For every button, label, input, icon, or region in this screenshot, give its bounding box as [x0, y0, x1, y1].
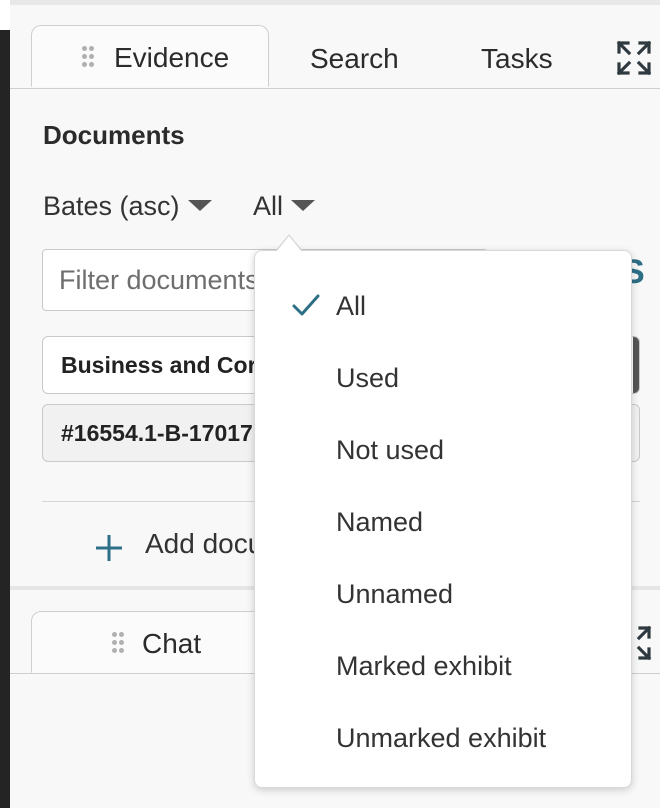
menu-item-all[interactable]: All — [336, 291, 366, 322]
drag-handle-icon[interactable] — [82, 46, 94, 68]
sort-label: Bates (asc) — [43, 191, 180, 221]
tab-tasks[interactable]: Tasks — [481, 43, 553, 75]
caret-down-icon — [187, 200, 212, 212]
menu-item-named[interactable]: Named — [336, 507, 423, 538]
filter-menu: All Used Not used Named Unnamed Marked e… — [254, 250, 632, 788]
drag-handle-icon[interactable] — [112, 632, 124, 654]
tab-chat[interactable]: Chat — [31, 611, 269, 673]
expand-arrows-icon[interactable] — [614, 38, 654, 78]
check-icon — [292, 294, 320, 316]
menu-item-marked-exhibit[interactable]: Marked exhibit — [336, 651, 512, 682]
menu-item-used[interactable]: Used — [336, 363, 399, 394]
menu-pointer-fill — [276, 236, 302, 252]
document-scroll-cap — [633, 337, 639, 393]
tab-search[interactable]: Search — [310, 43, 399, 75]
tab-chat-label: Chat — [142, 628, 202, 659]
menu-item-unnamed[interactable]: Unnamed — [336, 579, 453, 610]
plus-icon[interactable] — [94, 533, 124, 563]
menu-item-not-used[interactable]: Not used — [336, 435, 444, 466]
caret-down-icon — [291, 200, 316, 212]
menu-item-unmarked-exhibit[interactable]: Unmarked exhibit — [336, 723, 546, 754]
sort-dropdown[interactable]: Bates (asc) — [43, 191, 212, 222]
section-title-documents: Documents — [43, 120, 185, 150]
filter-dropdown-label: All — [253, 191, 284, 221]
evidence-tabbar: Evidence Search Tasks — [10, 5, 660, 89]
document-label: #16554.1-B-17017 — [61, 420, 253, 446]
tab-evidence[interactable]: Evidence — [31, 25, 269, 87]
tab-evidence-label: Evidence — [114, 42, 230, 73]
filter-dropdown[interactable]: All — [253, 191, 316, 222]
left-edge — [0, 30, 10, 808]
